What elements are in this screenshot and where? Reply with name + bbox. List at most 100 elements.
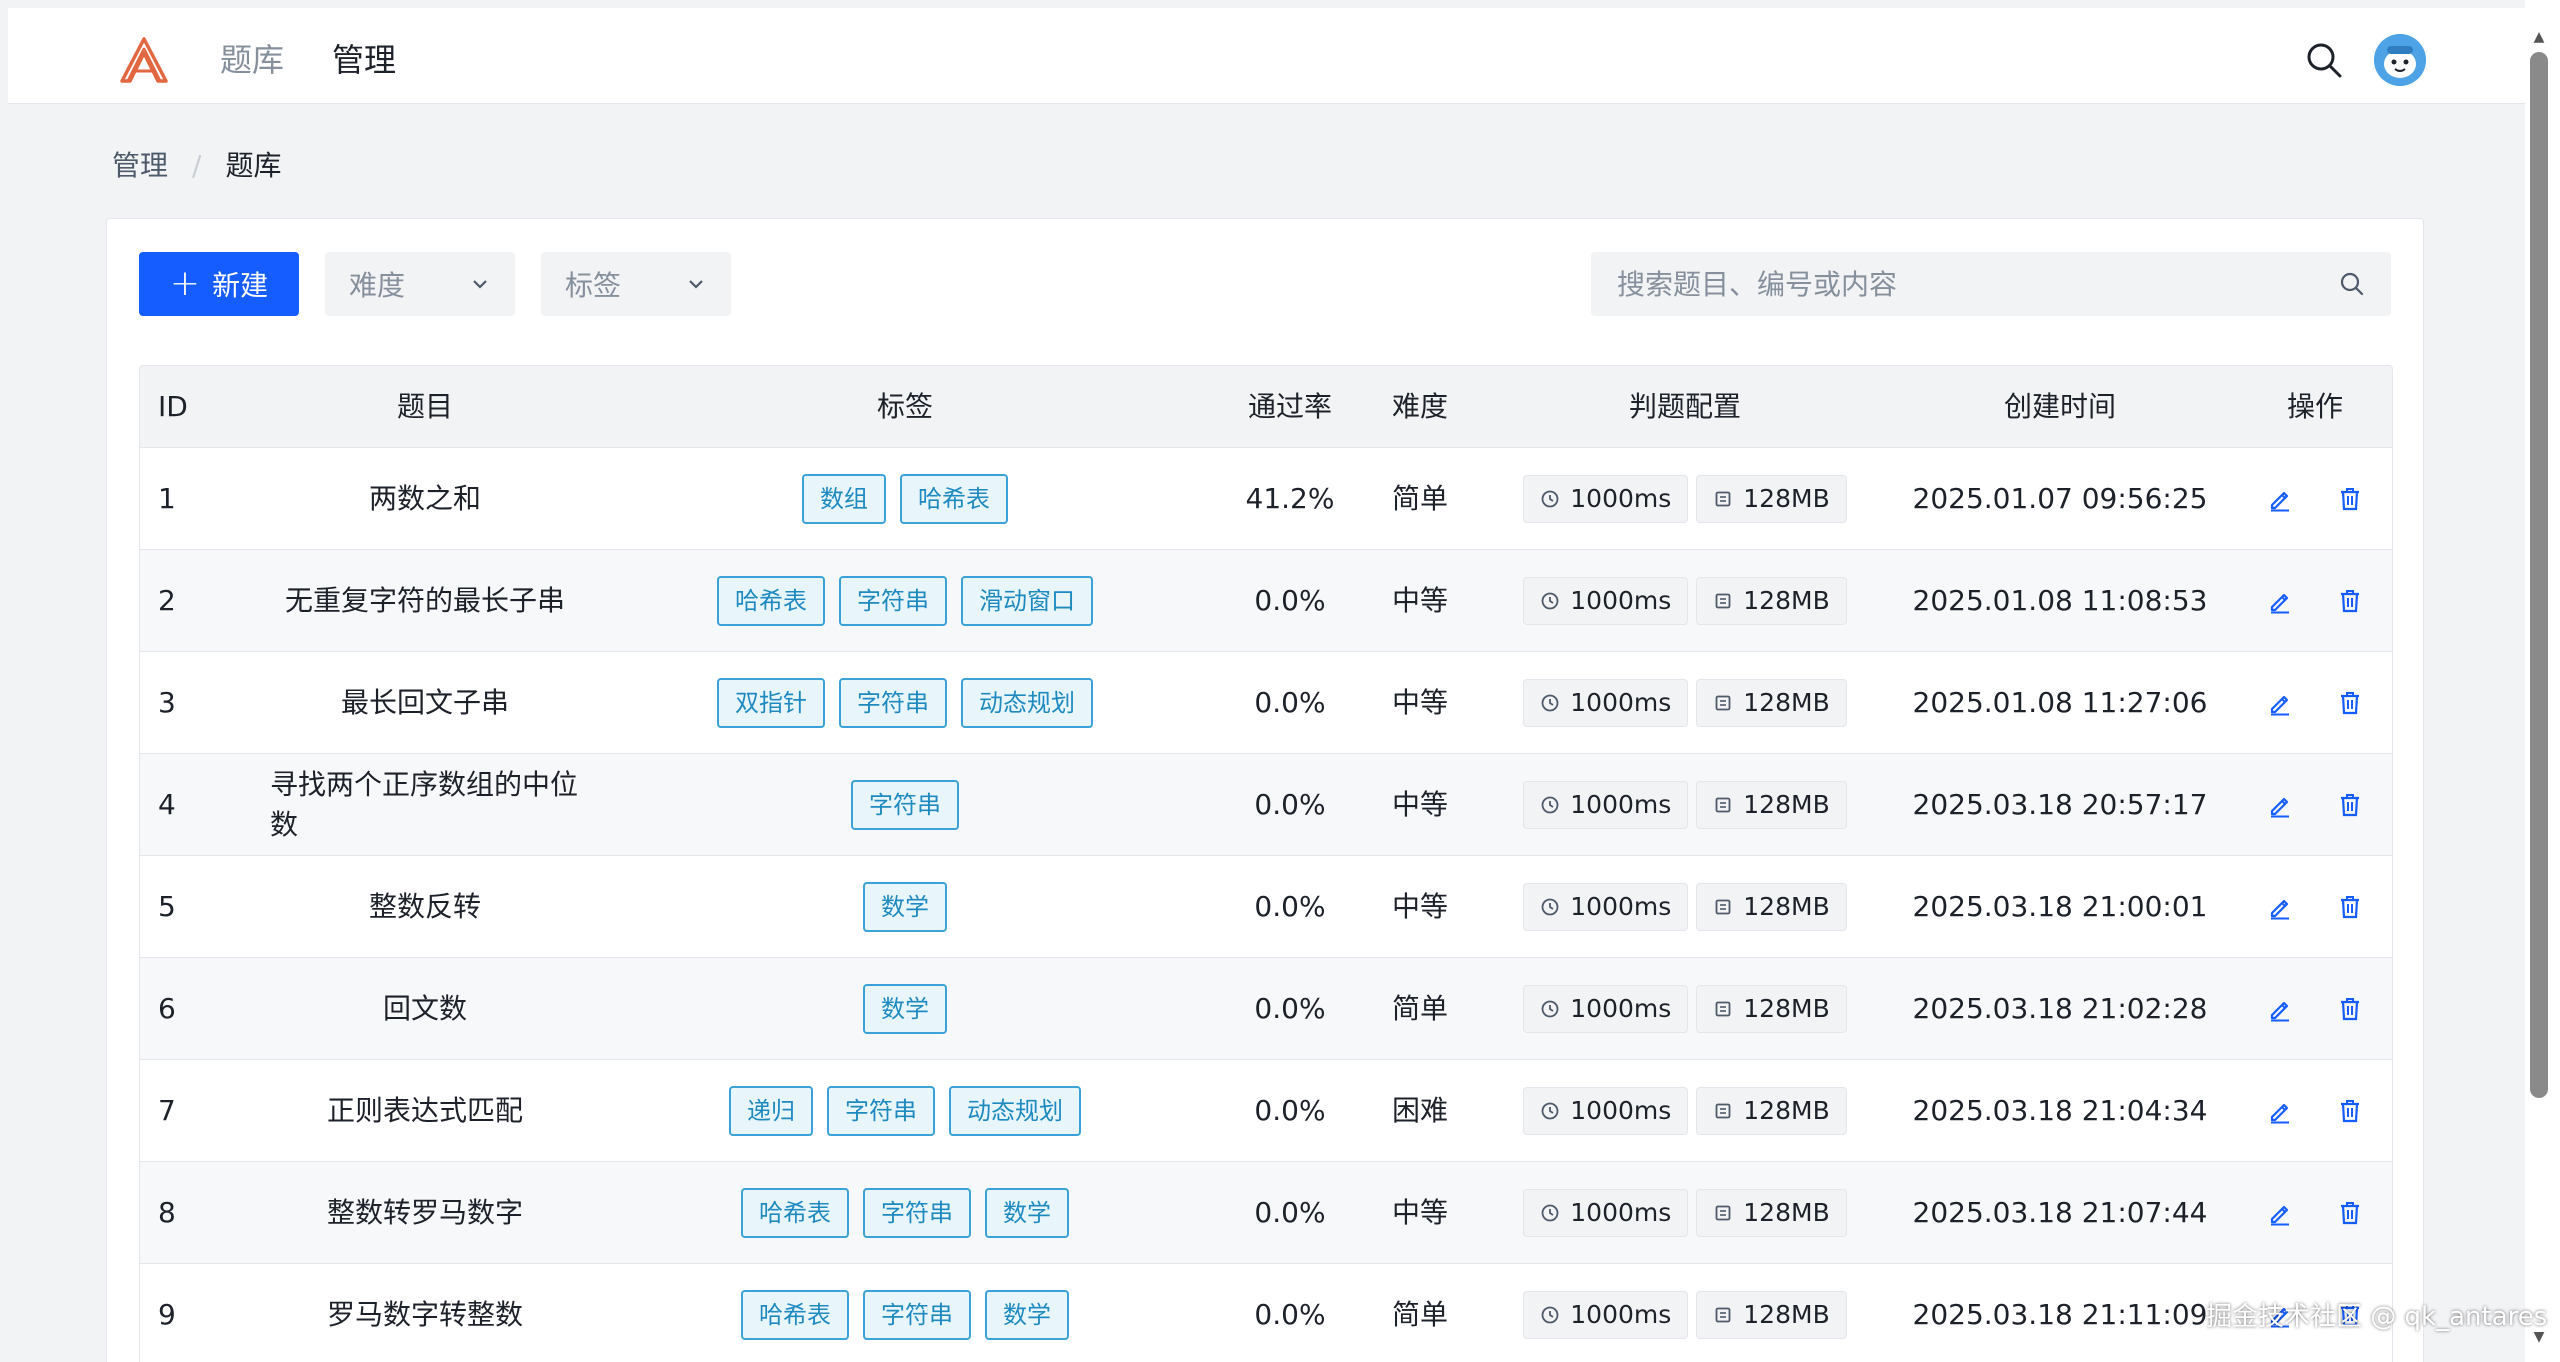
problem-title[interactable]: 寻找两个正序数组的中位数 bbox=[270, 765, 580, 845]
tag-badge: 哈希表 bbox=[717, 575, 825, 626]
pass-rate: 0.0% bbox=[1254, 787, 1326, 821]
created-time: 2025.01.08 11:08:53 bbox=[1912, 583, 2208, 617]
table-row[interactable]: 8 整数转罗马数字 哈希表 字符串 数学 0.0% 中等 1000ms 128MB 2025.03… bbox=[140, 1162, 2392, 1264]
row-actions bbox=[2240, 996, 2390, 1022]
problem-id: 8 bbox=[158, 1195, 176, 1229]
judge-config: 1000ms 128MB bbox=[1490, 882, 1880, 931]
table-row[interactable]: 1 两数之和 数组 哈希表 41.2% 简单 1000ms 128MB 2025.01.07 0… bbox=[140, 448, 2392, 550]
problem-title[interactable]: 罗马数字转整数 bbox=[270, 1295, 580, 1335]
chevron-down-icon bbox=[689, 280, 703, 289]
difficulty-select-placeholder: 难度 bbox=[349, 269, 406, 302]
table-row[interactable]: 4 寻找两个正序数组的中位数 字符串 0.0% 中等 1000ms 128MB 2025.03… bbox=[140, 754, 2392, 856]
problem-title[interactable]: 回文数 bbox=[270, 989, 580, 1029]
table-row[interactable]: 7 正则表达式匹配 递归 字符串 动态规划 0.0% 困难 1000ms 128MB 2025.0… bbox=[140, 1060, 2392, 1162]
tag-badge: 滑动窗口 bbox=[961, 575, 1093, 626]
problem-title[interactable]: 整数反转 bbox=[270, 887, 580, 927]
edit-icon[interactable] bbox=[2267, 996, 2293, 1022]
delete-icon[interactable] bbox=[2337, 690, 2363, 716]
edit-icon[interactable] bbox=[2267, 894, 2293, 920]
problem-title[interactable]: 两数之和 bbox=[270, 479, 580, 519]
tag-badge: 递归 bbox=[729, 1085, 813, 1136]
memory-limit-chip: 128MB bbox=[1696, 576, 1847, 625]
problem-tags: 哈希表 字符串 数学 bbox=[580, 1289, 1230, 1340]
nav-manage[interactable]: 管理 bbox=[332, 38, 396, 82]
pass-rate: 41.2% bbox=[1245, 481, 1335, 515]
problem-title[interactable]: 无重复字符的最长子串 bbox=[270, 581, 580, 621]
pass-rate: 0.0% bbox=[1254, 1093, 1326, 1127]
edit-icon[interactable] bbox=[2267, 792, 2293, 818]
delete-icon[interactable] bbox=[2337, 792, 2363, 818]
problem-id: 9 bbox=[158, 1297, 176, 1331]
column-header-created-time[interactable]: 创建时间 bbox=[1880, 387, 2240, 427]
column-header-tags[interactable]: 标签 bbox=[580, 387, 1230, 427]
created-time: 2025.01.08 11:27:06 bbox=[1912, 685, 2208, 719]
column-header-title[interactable]: 题目 bbox=[270, 387, 580, 427]
avatar[interactable] bbox=[2374, 34, 2426, 86]
tag-badge: 字符串 bbox=[827, 1085, 935, 1136]
row-actions bbox=[2240, 792, 2390, 818]
search-input[interactable] bbox=[1617, 267, 2339, 301]
tag-badge: 数学 bbox=[863, 881, 947, 932]
difficulty: 简单 bbox=[1391, 991, 1448, 1025]
judge-config: 1000ms 128MB bbox=[1490, 474, 1880, 523]
logo-icon[interactable] bbox=[118, 36, 170, 84]
table-row[interactable]: 2 无重复字符的最长子串 哈希表 字符串 滑动窗口 0.0% 中等 1000ms 128MB 20… bbox=[140, 550, 2392, 652]
table-row[interactable]: 5 整数反转 数学 0.0% 中等 1000ms 128MB 2025.03.18 21:00… bbox=[140, 856, 2392, 958]
pass-rate: 0.0% bbox=[1254, 991, 1326, 1025]
problem-title[interactable]: 最长回文子串 bbox=[270, 683, 580, 723]
delete-icon[interactable] bbox=[2337, 1200, 2363, 1226]
breadcrumb: 管理 / 题库 bbox=[112, 146, 281, 186]
column-header-id[interactable]: ID bbox=[140, 387, 270, 427]
delete-icon[interactable] bbox=[2337, 588, 2363, 614]
scroll-up-arrow-icon[interactable]: ▲ bbox=[2530, 30, 2548, 44]
tag-select[interactable]: 标签 bbox=[541, 252, 731, 316]
memory-limit-value: 128MB bbox=[1743, 993, 1830, 1023]
time-limit-chip: 1000ms bbox=[1523, 474, 1689, 523]
judge-config: 1000ms 128MB bbox=[1490, 780, 1880, 829]
scrollbar-thumb[interactable] bbox=[2530, 52, 2548, 1098]
problem-id: 6 bbox=[158, 991, 176, 1025]
time-limit-value: 1000ms bbox=[1570, 585, 1672, 615]
new-problem-button[interactable]: + 新建 bbox=[139, 252, 299, 316]
problem-title[interactable]: 整数转罗马数字 bbox=[270, 1193, 580, 1233]
edit-icon[interactable] bbox=[2267, 1098, 2293, 1124]
column-header-judge-config[interactable]: 判题配置 bbox=[1490, 387, 1880, 427]
judge-config: 1000ms 128MB bbox=[1490, 1188, 1880, 1237]
problem-title[interactable]: 正则表达式匹配 bbox=[270, 1091, 580, 1131]
breadcrumb-root[interactable]: 管理 bbox=[112, 146, 168, 186]
edit-icon[interactable] bbox=[2267, 486, 2293, 512]
created-time: 2025.01.07 09:56:25 bbox=[1912, 481, 2208, 515]
delete-icon[interactable] bbox=[2337, 1098, 2363, 1124]
delete-icon[interactable] bbox=[2337, 894, 2363, 920]
memory-icon bbox=[1715, 695, 1731, 710]
tag-badge: 数学 bbox=[863, 983, 947, 1034]
time-limit-value: 1000ms bbox=[1570, 1299, 1672, 1329]
memory-limit-chip: 128MB bbox=[1696, 1086, 1847, 1135]
delete-icon[interactable] bbox=[2337, 486, 2363, 512]
row-actions bbox=[2240, 486, 2390, 512]
edit-icon[interactable] bbox=[2267, 1200, 2293, 1226]
table-row[interactable]: 6 回文数 数学 0.0% 简单 1000ms 128MB 2025.03.18 21:02:… bbox=[140, 958, 2392, 1060]
nav-problems[interactable]: 题库 bbox=[220, 38, 284, 82]
tag-badge: 哈希表 bbox=[900, 473, 1008, 524]
difficulty-select[interactable]: 难度 bbox=[325, 252, 515, 316]
edit-icon[interactable] bbox=[2267, 588, 2293, 614]
judge-config: 1000ms 128MB bbox=[1490, 1086, 1880, 1135]
table-row[interactable]: 9 罗马数字转整数 哈希表 字符串 数学 0.0% 简单 1000ms 128MB 2025.03… bbox=[140, 1264, 2392, 1362]
column-header-difficulty[interactable]: 难度 bbox=[1350, 387, 1490, 427]
problem-id: 3 bbox=[158, 685, 176, 719]
edit-icon[interactable] bbox=[2267, 690, 2293, 716]
column-header-pass-rate[interactable]: 通过率 bbox=[1230, 387, 1350, 427]
tag-badge: 哈希表 bbox=[741, 1289, 849, 1340]
problem-tags: 哈希表 字符串 数学 bbox=[580, 1187, 1230, 1238]
memory-limit-chip: 128MB bbox=[1696, 882, 1847, 931]
table-row[interactable]: 3 最长回文子串 双指针 字符串 动态规划 0.0% 中等 1000ms 128MB 2025.0… bbox=[140, 652, 2392, 754]
search-icon[interactable] bbox=[2339, 271, 2365, 297]
delete-icon[interactable] bbox=[2337, 996, 2363, 1022]
memory-limit-chip: 128MB bbox=[1696, 678, 1847, 727]
pass-rate: 0.0% bbox=[1254, 889, 1326, 923]
time-limit-chip: 1000ms bbox=[1523, 984, 1689, 1033]
search-icon[interactable] bbox=[2304, 40, 2344, 80]
memory-icon bbox=[1715, 1205, 1731, 1220]
row-actions bbox=[2240, 894, 2390, 920]
